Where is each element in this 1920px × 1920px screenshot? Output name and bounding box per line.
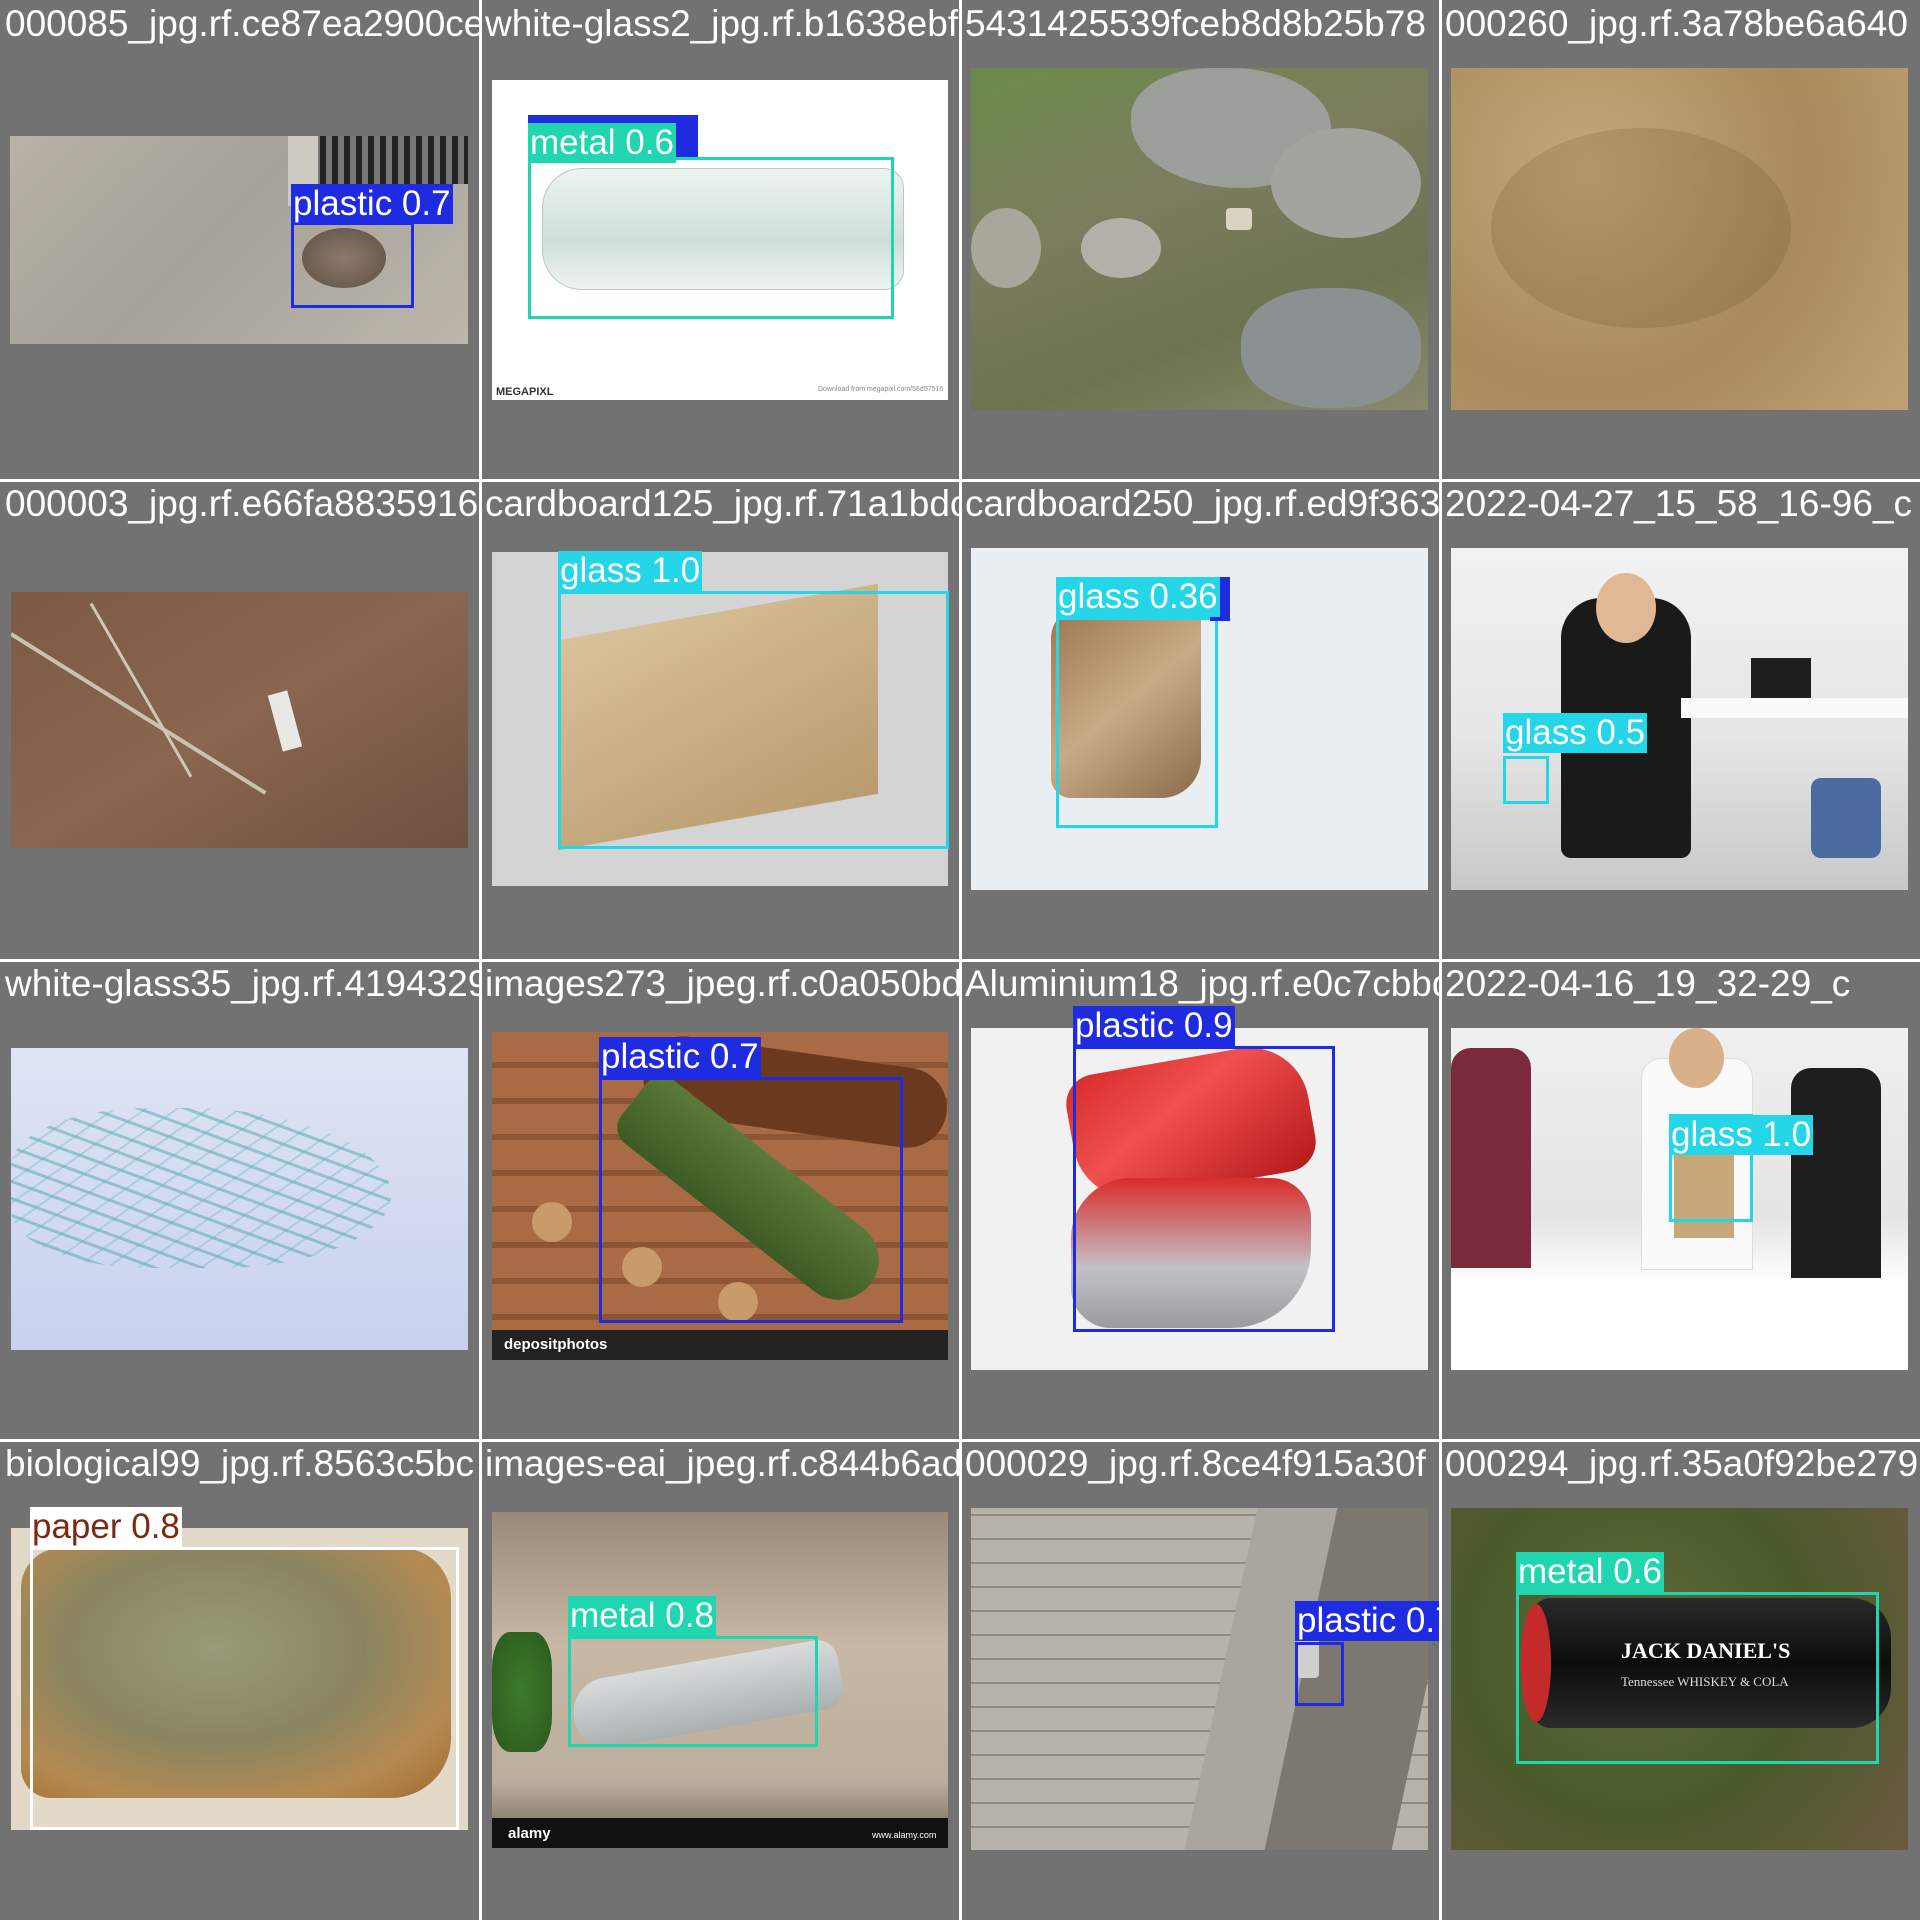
tile-title: 000294_jpg.rf.35a0f92be279 — [1445, 1443, 1919, 1484]
tile-1: white-glass2_jpg.rf.b1638ebf5 MEGAPIXL D… — [480, 0, 960, 480]
small-can — [1226, 208, 1252, 230]
detection-box — [291, 222, 414, 308]
cigarette-pack — [267, 690, 303, 752]
tile-6: cardboard250_jpg.rf.ed9f3634 glass 0.36 — [960, 480, 1440, 960]
tile-title: 000260_jpg.rf.3a78be6a640 — [1445, 3, 1908, 44]
detection-box — [1073, 1046, 1335, 1332]
detection-box — [1295, 1642, 1344, 1706]
photo-rocks-grass — [971, 68, 1428, 410]
tile-3: 000260_jpg.rf.3a78be6a640 — [1440, 0, 1920, 480]
bottle-cap — [532, 1202, 572, 1242]
tile-4: 000003_jpg.rf.e66fa8835916 — [0, 480, 480, 960]
tile-title: Aluminium18_jpg.rf.e0c7cbbd55 — [965, 963, 1440, 1004]
desk — [1681, 698, 1908, 718]
tile-15: 000294_jpg.rf.35a0f92be279 JACK DANIEL'S… — [1440, 1440, 1920, 1920]
watermark-megapixl: MEGAPIXL — [496, 386, 554, 398]
grid-divider — [0, 479, 1920, 482]
detection-box — [1503, 756, 1549, 804]
sand-shadow — [1491, 128, 1791, 328]
tile-title: 2022-04-16_19_32-29_c — [1445, 963, 1851, 1004]
detection-box — [1516, 1592, 1879, 1764]
detection-label: plastic 0.7 — [291, 184, 453, 224]
tile-0: 000085_jpg.rf.ce87ea2900ce plastic 0.7 — [0, 0, 480, 480]
detection-label: glass 0.5 — [1503, 713, 1648, 753]
photo-glass-shards — [11, 1048, 468, 1350]
tile-title: 5431425539fceb8d8b25b78 — [965, 3, 1426, 44]
detection-label: paper 0.8 — [30, 1507, 182, 1547]
tile-title: biological99_jpg.rf.8563c5bc — [5, 1443, 475, 1484]
tile-title: white-glass2_jpg.rf.b1638ebf5 — [485, 3, 960, 44]
detection-label: metal 0.8 — [568, 1596, 716, 1636]
tile-10: Aluminium18_jpg.rf.e0c7cbbd55 plastic 0.… — [960, 960, 1440, 1440]
detection-label: plastic 0.7 — [599, 1037, 761, 1077]
rock — [971, 208, 1041, 288]
tile-2: 5431425539fceb8d8b25b78 — [960, 0, 1440, 480]
tile-title: white-glass35_jpg.rf.41943299 — [5, 963, 480, 1004]
watermark-alamy: alamy — [508, 1825, 551, 1842]
tile-7: 2022-04-27_15_58_16-96_c glass 0.5 — [1440, 480, 1920, 960]
detection-label: glass 0.36 — [1056, 577, 1220, 617]
tile-11: 2022-04-16_19_32-29_c glass 1.0 — [1440, 960, 1920, 1440]
tile-5: cardboard125_jpg.rf.71a1bdc glass 1.0 — [480, 480, 960, 960]
table — [1451, 1288, 1908, 1370]
person-head — [1596, 573, 1656, 643]
drain-grate — [308, 136, 468, 184]
detection-label: metal 0.6 — [1516, 1552, 1664, 1592]
detection-box — [558, 591, 949, 849]
tile-9: images273_jpeg.rf.c0a050bd depositphotos… — [480, 960, 960, 1440]
tile-title: 000085_jpg.rf.ce87ea2900ce — [5, 3, 480, 44]
detection-box — [568, 1636, 818, 1747]
person — [1791, 1068, 1881, 1278]
rock — [1271, 128, 1421, 238]
detection-box — [528, 157, 894, 319]
photo-sand — [1451, 68, 1908, 410]
monitor — [1751, 658, 1811, 698]
person — [1451, 1048, 1531, 1268]
tile-title: cardboard125_jpg.rf.71a1bdc — [485, 483, 960, 524]
chair — [1811, 778, 1881, 858]
detection-label: plastic 0.9 — [1073, 1006, 1235, 1046]
tile-14: 000029_jpg.rf.8ce4f915a30f plastic 0.7 — [960, 1440, 1440, 1920]
tile-13: images-eai_jpeg.rf.c844b6ad7 alamy www.a… — [480, 1440, 960, 1920]
tile-title: 2022-04-27_15_58_16-96_c — [1445, 483, 1913, 524]
detection-label: glass 1.0 — [558, 551, 703, 591]
detection-box — [1056, 617, 1218, 828]
tile-title: images-eai_jpeg.rf.c844b6ad7 — [485, 1443, 960, 1484]
photo-cobblestone — [971, 1508, 1428, 1850]
watermark-depositphotos: depositphotos — [504, 1336, 608, 1353]
glass-shards — [11, 1108, 391, 1268]
rock — [1081, 218, 1161, 278]
grid-divider — [0, 959, 1920, 962]
plant — [492, 1632, 552, 1752]
detection-box — [599, 1077, 903, 1323]
grid-divider — [0, 1439, 1920, 1442]
watermark-megapixl-download: Download from megapixl.com/56d57516 — [818, 386, 944, 393]
tile-title: 000003_jpg.rf.e66fa8835916 — [5, 483, 479, 524]
tile-title: 000029_jpg.rf.8ce4f915a30f — [965, 1443, 1426, 1484]
rock — [1241, 288, 1421, 408]
detection-label: plastic 0.7 — [1295, 1601, 1440, 1641]
tile-8: white-glass35_jpg.rf.41943299 — [0, 960, 480, 1440]
detection-label: glass 1.0 — [1669, 1115, 1814, 1155]
watermark-alamy-site: www.alamy.com — [872, 1830, 937, 1840]
tile-title: cardboard250_jpg.rf.ed9f3634 — [965, 483, 1440, 524]
detection-box — [30, 1547, 459, 1830]
detection-label: metal 0.6 — [528, 123, 676, 163]
photo-dirt-ground — [11, 592, 468, 848]
person-head — [1669, 1028, 1724, 1088]
tile-12: biological99_jpg.rf.8563c5bc paper 0.8 — [0, 1440, 480, 1920]
twig — [11, 632, 267, 795]
tile-title: images273_jpeg.rf.c0a050bd — [485, 963, 960, 1004]
